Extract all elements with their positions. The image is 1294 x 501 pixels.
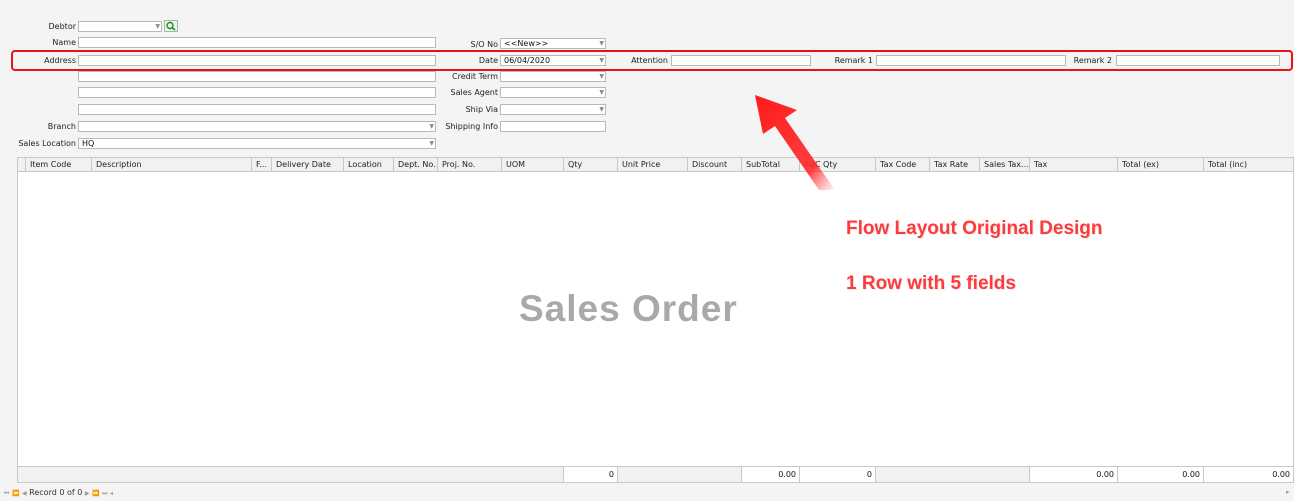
next-record-icon[interactable]: ▶ <box>85 490 90 497</box>
col-proj-no[interactable]: Proj. No. <box>438 158 502 172</box>
footer-qty-total: 0 <box>564 467 618 482</box>
so-no-label: S/O No <box>470 40 499 49</box>
sales-agent-label: Sales Agent <box>450 88 498 97</box>
address-field-line-4[interactable] <box>78 104 436 115</box>
sales-agent-field[interactable]: ▼ <box>500 87 606 98</box>
footer-blank-3 <box>876 467 1030 482</box>
grid-footer-totals: 0 0.00 0 0.00 0.00 0.00 <box>17 466 1294 483</box>
col-sales-tax[interactable]: Sales Tax... <box>980 158 1030 172</box>
chevron-down-icon: ▼ <box>599 106 604 113</box>
so-no-field[interactable]: <<New>> ▼ <box>500 38 606 49</box>
annotation-line-2: 1 Row with 5 fields <box>846 273 1016 294</box>
record-navigator: ⏮ ⏪ ◀ Record 0 of 0 ▶ ⏩ ⏭ ◂ <box>4 488 113 499</box>
col-tax-code[interactable]: Tax Code <box>876 158 930 172</box>
annotation-line-1: Flow Layout Original Design <box>846 218 1103 239</box>
grid-header: Item Code Description F... Delivery Date… <box>18 158 1293 172</box>
footer-foc-qty: 0 <box>800 467 876 482</box>
next-page-icon[interactable]: ⏩ <box>92 490 99 497</box>
col-item-code[interactable]: Item Code <box>26 158 92 172</box>
ship-via-label: Ship Via <box>465 105 498 114</box>
sales-location-field[interactable]: HQ ▼ <box>78 138 436 149</box>
credit-term-label: Credit Term <box>452 72 498 81</box>
shipping-info-label: Shipping Info <box>445 122 498 131</box>
chevron-down-icon: ▼ <box>599 89 604 96</box>
address-field-line-2[interactable] <box>78 71 436 82</box>
col-location[interactable]: Location <box>344 158 394 172</box>
annotation-arrow-icon <box>755 95 835 190</box>
shipping-info-field[interactable] <box>500 121 606 132</box>
chevron-down-icon: ▼ <box>155 23 160 30</box>
debtor-label: Debtor <box>48 22 76 31</box>
sales-location-label: Sales Location <box>18 139 76 148</box>
col-total-ex[interactable]: Total (ex) <box>1118 158 1204 172</box>
record-count-text: Record 0 of 0 <box>29 488 83 497</box>
chevron-down-icon: ▼ <box>429 140 434 147</box>
prev-record-icon[interactable]: ◀ <box>22 490 27 497</box>
chevron-down-icon: ▼ <box>599 73 604 80</box>
col-total-inc[interactable]: Total (inc) <box>1204 158 1294 172</box>
footer-total-inc: 0.00 <box>1204 467 1293 482</box>
footer-blank-1 <box>18 467 564 482</box>
ship-via-field[interactable]: ▼ <box>500 104 606 115</box>
last-record-icon[interactable]: ⏭ <box>102 490 107 497</box>
name-label: Name <box>52 38 76 47</box>
first-record-icon[interactable]: ⏮ <box>4 490 9 497</box>
so-no-value: <<New>> <box>504 39 549 48</box>
highlight-rectangle <box>11 50 1293 71</box>
col-qty[interactable]: Qty <box>564 158 618 172</box>
branch-field[interactable]: ▼ <box>78 121 436 132</box>
debtor-field[interactable]: ▼ <box>78 21 162 32</box>
footer-tax: 0.00 <box>1030 467 1118 482</box>
footer-blank-2 <box>618 467 742 482</box>
col-uom[interactable]: UOM <box>502 158 564 172</box>
chevron-down-icon: ▼ <box>599 40 604 47</box>
prev-page-icon[interactable]: ⏪ <box>12 490 19 497</box>
scroll-left-icon[interactable]: ◂ <box>110 490 113 497</box>
footer-subtotal: 0.00 <box>742 467 800 482</box>
sales-location-value: HQ <box>82 139 95 148</box>
search-icon[interactable] <box>164 20 178 32</box>
name-field[interactable] <box>78 37 436 48</box>
sales-order-watermark: Sales Order <box>519 288 738 329</box>
chevron-down-icon: ▼ <box>429 123 434 130</box>
address-field-line-3[interactable] <box>78 87 436 98</box>
footer-total-ex: 0.00 <box>1118 467 1204 482</box>
row-indicator <box>18 158 26 172</box>
col-tax-rate[interactable]: Tax Rate <box>930 158 980 172</box>
credit-term-field[interactable]: ▼ <box>500 71 606 82</box>
col-description[interactable]: Description <box>92 158 252 172</box>
col-discount[interactable]: Discount <box>688 158 742 172</box>
branch-label: Branch <box>47 122 76 131</box>
col-unit-price[interactable]: Unit Price <box>618 158 688 172</box>
scroll-right-icon[interactable]: ▸ <box>1286 488 1290 496</box>
col-dept-no[interactable]: Dept. No. <box>394 158 438 172</box>
col-delivery-date[interactable]: Delivery Date <box>272 158 344 172</box>
col-tax[interactable]: Tax <box>1030 158 1118 172</box>
col-f[interactable]: F... <box>252 158 272 172</box>
